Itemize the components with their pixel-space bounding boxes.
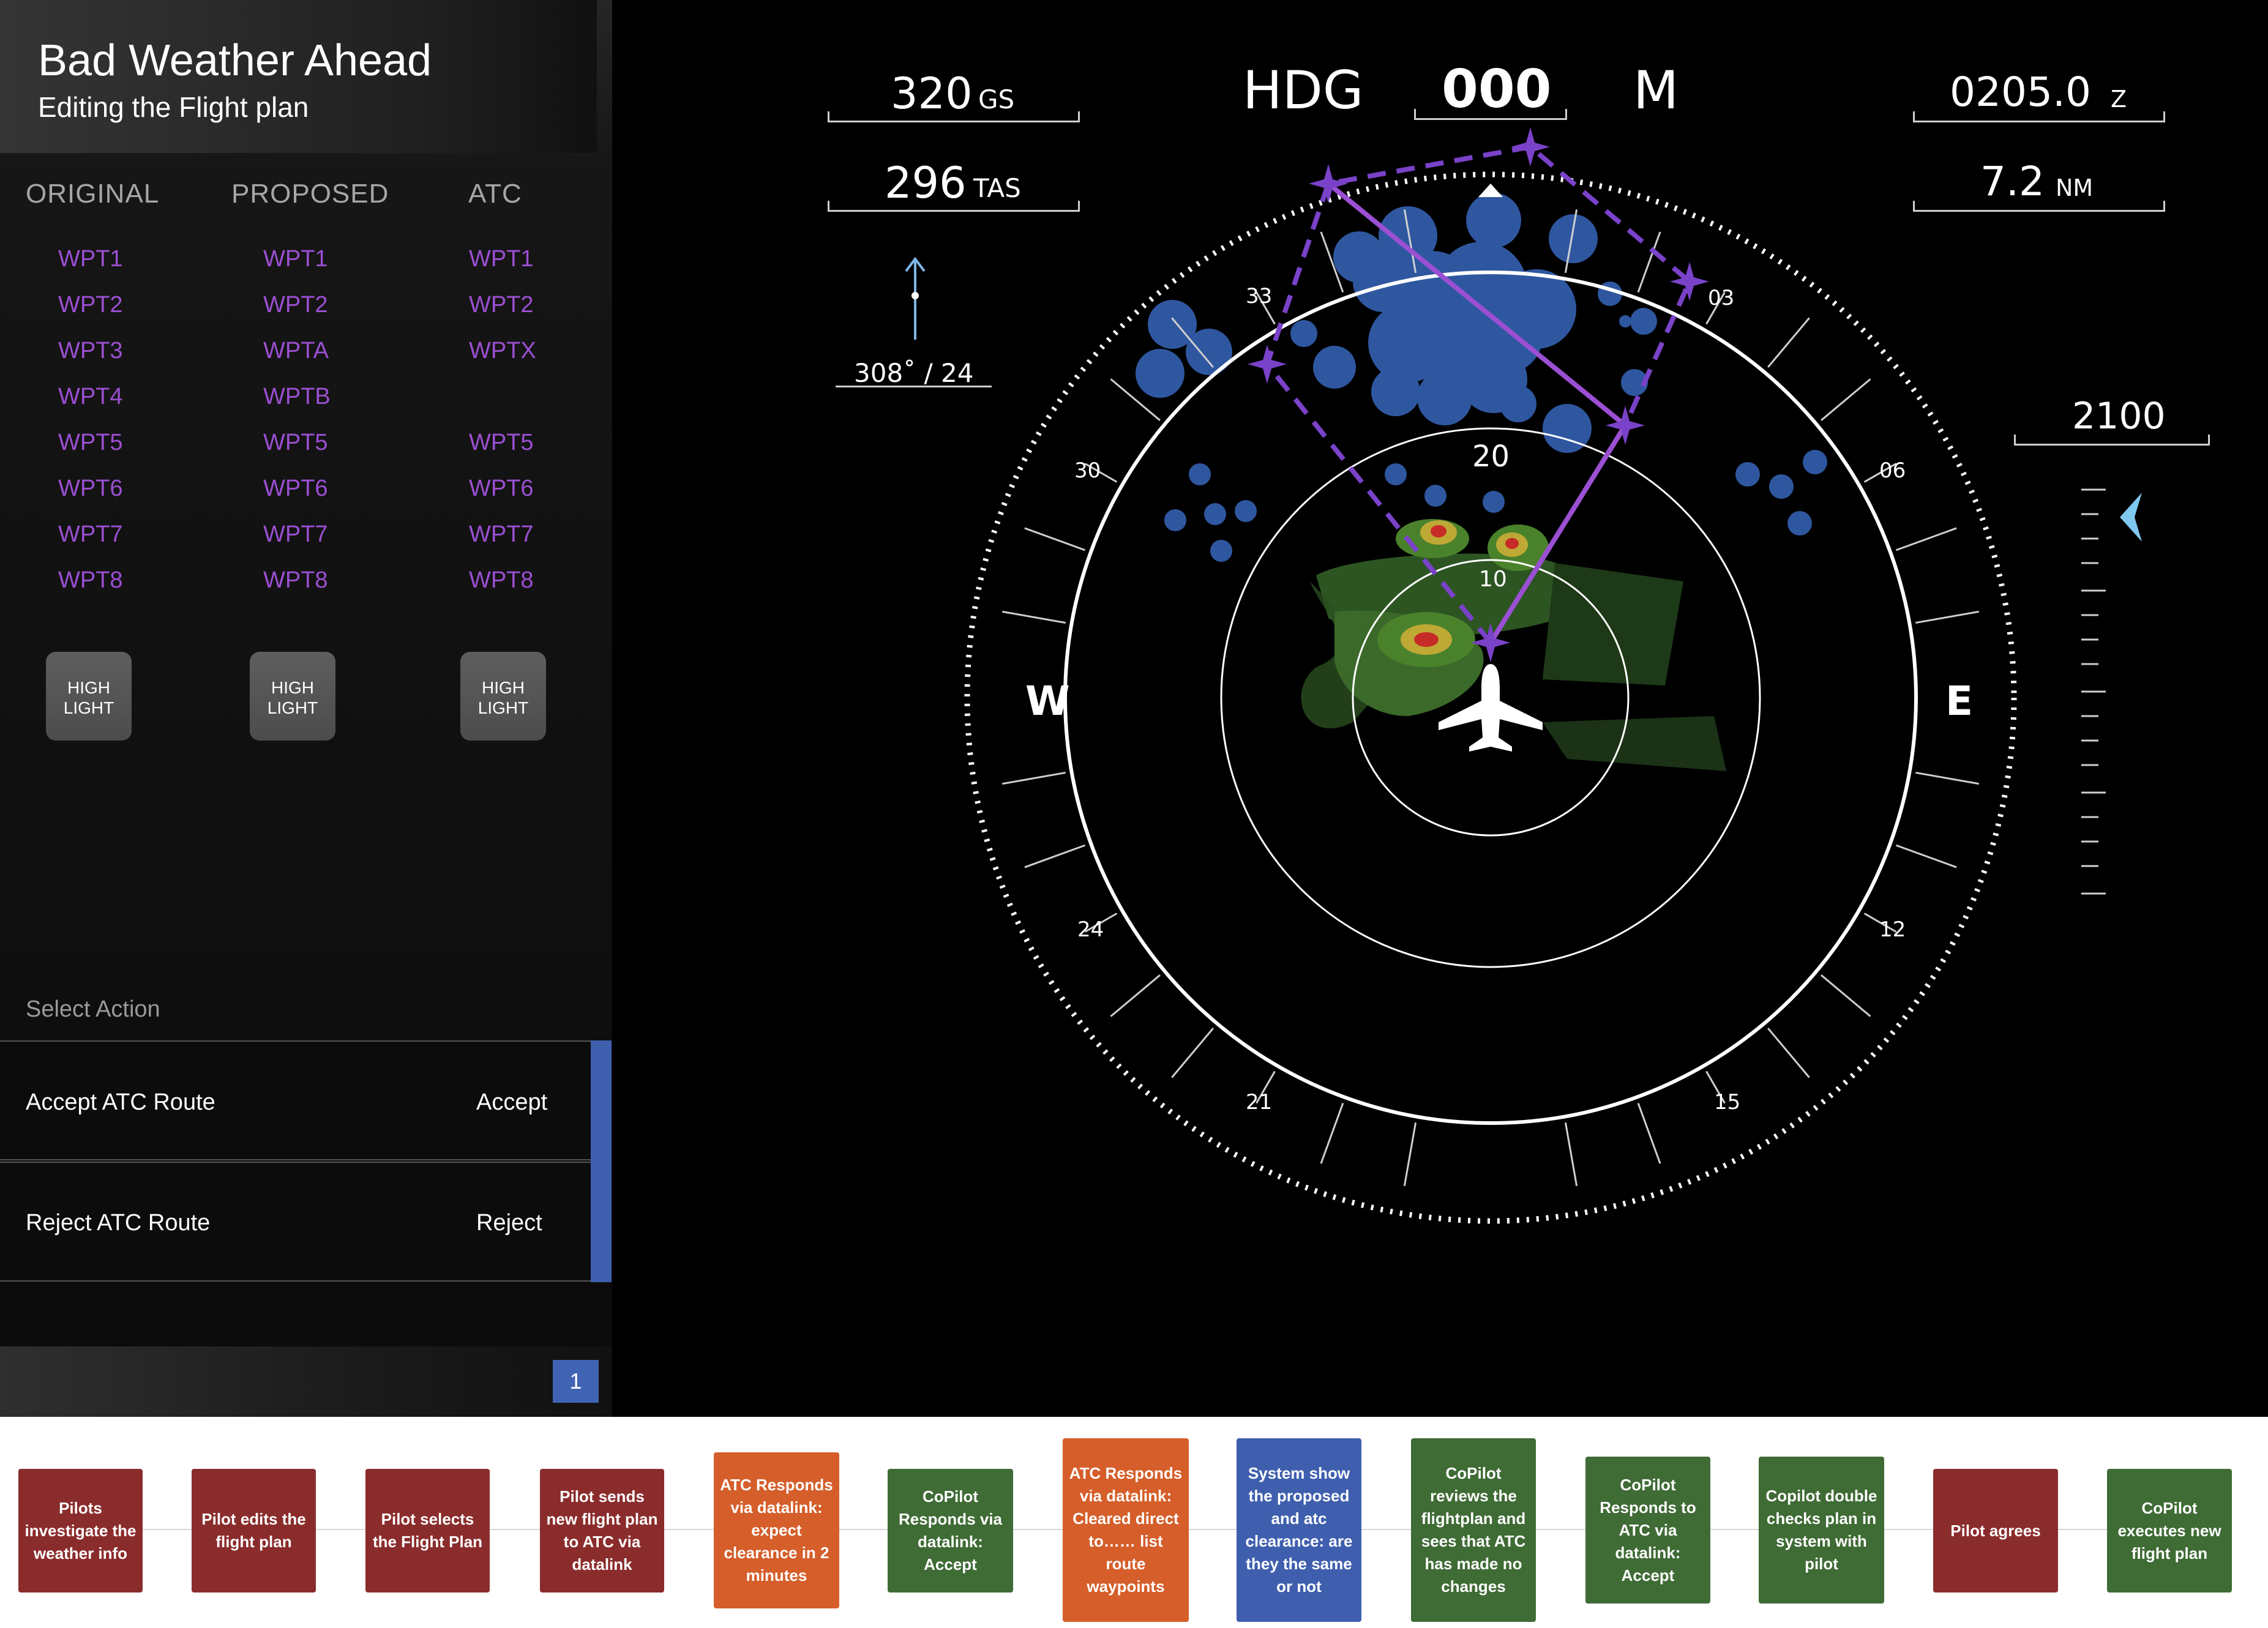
waypoint-atc[interactable]: WPTX [469, 338, 536, 364]
waypoint-original[interactable]: WPT1 [58, 246, 123, 272]
compass-tick [1915, 771, 1979, 785]
waypoint-original[interactable]: WPT2 [58, 292, 123, 318]
reject-button[interactable]: Reject [476, 1210, 542, 1236]
cardinal-west: W [1025, 678, 1070, 725]
highlight-atc-button[interactable]: HIGH LIGHT [460, 652, 546, 741]
waypoint-original[interactable]: WPT3 [58, 338, 123, 364]
action-selection-bar [591, 1040, 612, 1282]
compass-label-33: 33 [1246, 284, 1272, 308]
flow-step-5: ATC Responds via datalink: expect cleara… [714, 1452, 839, 1608]
compass-label-12: 12 [1879, 917, 1906, 942]
waypoint-atc[interactable]: WPT5 [469, 430, 534, 456]
flow-step-2: Pilot edits the flight plan [192, 1469, 316, 1593]
compass-tick [1767, 1028, 1810, 1078]
flow-step-8: System show the proposed and atc clearan… [1237, 1438, 1361, 1622]
compass-label-03: 03 [1708, 286, 1734, 310]
column-header-proposed: PROPOSED [231, 179, 389, 209]
waypoint-proposed[interactable]: WPTB [263, 384, 331, 410]
flow-step-13: CoPilot executes new flight plan [2107, 1469, 2232, 1593]
waypoint-atc[interactable]: WPT2 [469, 292, 534, 318]
compass-tick [1895, 527, 1957, 551]
column-header-original: ORIGINAL [26, 179, 160, 209]
highlight-button-label: HIGH LIGHT [63, 678, 114, 717]
highlight-button-label: HIGH LIGHT [477, 678, 529, 717]
waypoint-atc[interactable]: WPT7 [469, 521, 534, 548]
column-header-atc: ATC [468, 179, 522, 209]
waypoint-original[interactable]: WPT4 [58, 384, 123, 410]
flow-step-9: CoPilot reviews the flightplan and sees … [1411, 1438, 1536, 1622]
range-label-20: 20 [1472, 439, 1510, 474]
compass-tick [1002, 771, 1066, 785]
zulu-time-value: 0205.0 [1950, 69, 2091, 116]
waypoint-original[interactable]: WPT7 [58, 521, 123, 548]
compass-tick [1895, 844, 1957, 868]
waypoint-atc[interactable]: WPT1 [469, 246, 534, 272]
waypoint-original[interactable]: WPT8 [58, 567, 123, 594]
page-subtitle: Editing the Flight plan [38, 91, 309, 123]
compass-tick [1110, 974, 1161, 1017]
compass-tick [1320, 1102, 1344, 1164]
waypoint-proposed[interactable]: WPT7 [263, 521, 328, 548]
compass-label-21: 21 [1246, 1090, 1272, 1115]
flow-step-7: ATC Responds via datalink: Cleared direc… [1063, 1438, 1189, 1622]
waypoint-proposed[interactable]: WPT5 [263, 430, 328, 456]
compass-tick [1915, 610, 1979, 624]
flow-step-10: CoPilot Responds to ATC via datalink: Ac… [1585, 1457, 1710, 1604]
select-action-heading: Select Action [26, 996, 160, 1022]
altitude-value: 2100 [2072, 395, 2166, 438]
compass-label-06: 06 [1879, 458, 1906, 483]
zulu-time-unit: Z [2111, 86, 2127, 113]
waypoint-proposed[interactable]: WPT1 [263, 246, 328, 272]
accept-button[interactable]: Accept [476, 1089, 547, 1116]
page-number-badge[interactable]: 1 [553, 1360, 599, 1403]
page-title: Bad Weather Ahead [38, 36, 432, 85]
compass-tick [1002, 610, 1066, 624]
compass-tick [1821, 974, 1871, 1017]
storm-cells [1136, 193, 1827, 562]
pagination-strip [0, 1346, 612, 1417]
compass-tick [1564, 1122, 1578, 1186]
flow-step-1: Pilots investigate the weather info [18, 1469, 143, 1593]
compass-label-15: 15 [1714, 1090, 1740, 1115]
flow-step-4: Pilot sends new flight plan to ATC via d… [540, 1469, 664, 1593]
waypoint-proposed[interactable]: WPT6 [263, 476, 328, 502]
waypoint-original[interactable]: WPT6 [58, 476, 123, 502]
compass-tick [1821, 378, 1871, 421]
highlight-button-label: HIGH LIGHT [267, 678, 318, 717]
compass-tick [1171, 1028, 1214, 1078]
flow-step-6: CoPilot Responds via datalink: Accept [888, 1469, 1013, 1593]
altitude-bug-icon [2120, 493, 2142, 542]
heading-caret-icon [1478, 184, 1503, 197]
waypoint-proposed[interactable]: WPTA [263, 338, 329, 364]
range-label-10: 10 [1479, 567, 1507, 592]
highlight-original-button[interactable]: HIGH LIGHT [46, 652, 132, 741]
flow-step-12: Pilot agrees [1933, 1469, 2058, 1593]
compass-label-24: 24 [1077, 917, 1104, 942]
waypoint-atc[interactable]: WPT6 [469, 476, 534, 502]
compass-tick [1024, 844, 1086, 868]
precipitation-cells [1301, 519, 1726, 771]
waypoint-original[interactable]: WPT5 [58, 430, 123, 456]
reject-atc-route-label: Reject ATC Route [26, 1210, 211, 1236]
compass-tick [1024, 527, 1086, 551]
flow-step-11: Copilot double checks plan in system wit… [1759, 1457, 1884, 1604]
accept-atc-route-label: Accept ATC Route [26, 1089, 215, 1115]
navigation-map[interactable]: W E 03 06 12 15 21 24 30 33 20 10 [918, 110, 2081, 1273]
compass-label-30: 30 [1074, 458, 1101, 483]
flow-step-3: Pilot selects the Flight Plan [365, 1469, 490, 1593]
highlight-proposed-button[interactable]: HIGH LIGHT [250, 652, 335, 741]
cardinal-east: E [1945, 678, 1973, 725]
compass-tick [1637, 1102, 1661, 1164]
compass-tick [1767, 317, 1810, 368]
waypoint-atc[interactable]: WPT8 [469, 567, 534, 594]
compass-tick [1403, 1122, 1417, 1186]
waypoint-proposed[interactable]: WPT8 [263, 567, 328, 594]
waypoint-proposed[interactable]: WPT2 [263, 292, 328, 318]
